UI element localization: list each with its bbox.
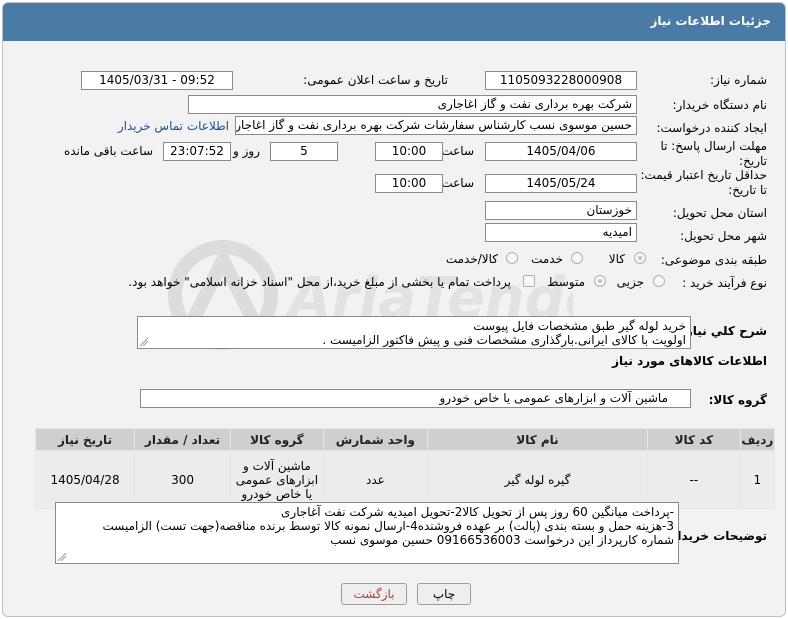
col-group: گروه کالا — [229, 428, 324, 451]
price-validity-date-field[interactable]: 1405/05/24 — [485, 174, 637, 193]
buyer-notes-label: توضیحات خریدار: — [665, 529, 767, 543]
cell-code: -- — [646, 450, 741, 509]
goods-section-title: اطلاعات کالاهای مورد نیاز — [612, 354, 767, 368]
buyer-notes-textarea[interactable]: -پرداخت میانگین 60 روز پس از تحویل کالا2… — [55, 502, 679, 564]
process-radio-medium[interactable] — [594, 275, 606, 287]
creator-label: ایجاد کننده درخواست: — [656, 121, 767, 135]
buyer-contact-link[interactable]: اطلاعات تماس خریدار — [118, 119, 229, 133]
city-label: شهر محل تحویل: — [680, 229, 767, 243]
resize-grip-icon[interactable] — [140, 338, 148, 346]
buyer-notes-line-1: -پرداخت میانگین 60 روز پس از تحویل کالا2… — [281, 505, 674, 519]
remaining-days-field[interactable]: 5 — [270, 142, 338, 161]
category-radio-service[interactable] — [571, 252, 583, 264]
province-field[interactable]: خوزستان — [485, 201, 637, 220]
process-label: نوع فرآیند خرید : — [682, 276, 767, 290]
price-validity-time-field[interactable]: 10:00 — [375, 174, 443, 193]
description-line-2: اولویت با کالای ایرانی.بارگذاری مشخصات ف… — [322, 333, 686, 347]
deadline-time-field[interactable]: 10:00 — [375, 142, 443, 161]
process-option-minor: جزیی — [616, 275, 644, 289]
goods-table: ردیف کد کالا نام کالا واحد شمارش گروه کا… — [34, 428, 776, 509]
back-button[interactable]: بازگشت — [341, 583, 407, 605]
city-field[interactable]: امیدیه — [485, 223, 637, 242]
col-code: کد کالا — [646, 428, 741, 451]
category-option-service: خدمت — [531, 252, 563, 266]
col-unit: واحد شمارش — [322, 428, 429, 451]
need-number-label: شماره نیاز: — [710, 73, 767, 87]
buyer-org-label: نام دستگاه خریدار: — [672, 98, 768, 112]
main-frame: جزئیات اطلاعات نیاز AriaTender شماره نیا… — [2, 2, 786, 617]
creator-field[interactable]: حسین موسوی نسب کارشناس سفارشات شرکت بهره… — [235, 116, 637, 135]
cell-row: 1 — [739, 450, 776, 509]
col-row: ردیف — [739, 428, 776, 451]
province-label: استان محل تحویل: — [672, 206, 767, 220]
remaining-label: ساعت باقی مانده — [63, 144, 153, 158]
remaining-time-field[interactable]: 23:07:52 — [163, 142, 231, 161]
process-radio-minor[interactable] — [653, 275, 665, 287]
days-label: روز و — [233, 144, 260, 158]
col-name: نام کالا — [427, 428, 648, 451]
description-label: شرح کلي نياز: — [681, 324, 767, 338]
buyer-notes-line-3: شماره کارپرداز این درخواست 09166536003 ح… — [330, 533, 674, 547]
category-radio-goods-service[interactable] — [506, 252, 518, 264]
price-validity-time-label: ساعت — [441, 176, 474, 190]
goods-group-value: ماشین آلات و ابزارهای عمومی یا خاص خودرو — [439, 391, 668, 405]
category-label: طبقه بندی موضوعی: — [660, 253, 767, 267]
announce-label: تاریخ و ساعت اعلان عمومی: — [303, 73, 448, 87]
need-number-field[interactable]: 1105093228000908 — [485, 71, 637, 90]
resize-grip-icon[interactable] — [58, 553, 66, 561]
goods-group-label: گروه کالا: — [708, 393, 767, 407]
description-line-1: خرید لوله گیر طبق مشخصات فایل پیوست — [473, 319, 686, 333]
page-header: جزئیات اطلاعات نیاز — [3, 3, 785, 41]
category-option-goods-service: کالا/خدمت — [445, 252, 498, 266]
col-date: تاریخ نیاز — [34, 428, 136, 451]
category-radio-goods[interactable] — [634, 252, 646, 264]
deadline-date-field[interactable]: 1405/04/06 — [485, 142, 637, 161]
price-validity-label-line1: حداقل تاریخ اعتبار قیمت: — [640, 168, 767, 182]
buyer-notes-line-2: 3-هزینه حمل و بسته بندی (پالت) بر عهده ف… — [102, 519, 674, 533]
process-option-medium: متوسط — [547, 275, 585, 289]
page-title: جزئیات اطلاعات نیاز — [650, 14, 771, 28]
cell-qty: 300 — [134, 450, 231, 509]
treasury-payment-checkbox[interactable] — [523, 275, 535, 287]
buyer-org-field[interactable]: شرکت بهره برداری نفت و گاز اغاجاری — [188, 95, 637, 114]
cell-group: ماشین آلات و ابزارهای عمومی یا خاص خودرو — [229, 450, 324, 509]
table-row[interactable]: 1 -- گیره لوله گیر عدد ماشین آلات و ابزا… — [34, 450, 776, 509]
cell-date: 1405/04/28 — [34, 450, 136, 509]
cell-unit: عدد — [322, 450, 429, 509]
goods-table-header: ردیف کد کالا نام کالا واحد شمارش گروه کا… — [34, 428, 776, 451]
print-button[interactable]: چاپ — [417, 583, 471, 605]
price-validity-label-line2: تا تاریخ: — [728, 183, 767, 197]
treasury-payment-note: پرداخت تمام یا بخشی از مبلغ خرید،از محل … — [128, 275, 511, 289]
deadline-time-label: ساعت — [441, 144, 474, 158]
category-option-goods: کالا — [608, 252, 625, 266]
cell-name: گیره لوله گیر — [427, 450, 648, 509]
deadline-label-line1: مهلت ارسال پاسخ: تا — [660, 139, 767, 153]
goods-group-field[interactable]: ماشین آلات و ابزارهای عمومی یا خاص خودرو — [140, 389, 691, 408]
col-qty: تعداد / مقدار — [134, 428, 231, 451]
description-textarea[interactable]: خرید لوله گیر طبق مشخصات فایل پیوست اولو… — [137, 316, 691, 349]
announce-datetime-field[interactable]: 1405/03/31 - 09:52 — [81, 71, 233, 90]
deadline-label-line2: تاریخ: — [739, 154, 767, 168]
